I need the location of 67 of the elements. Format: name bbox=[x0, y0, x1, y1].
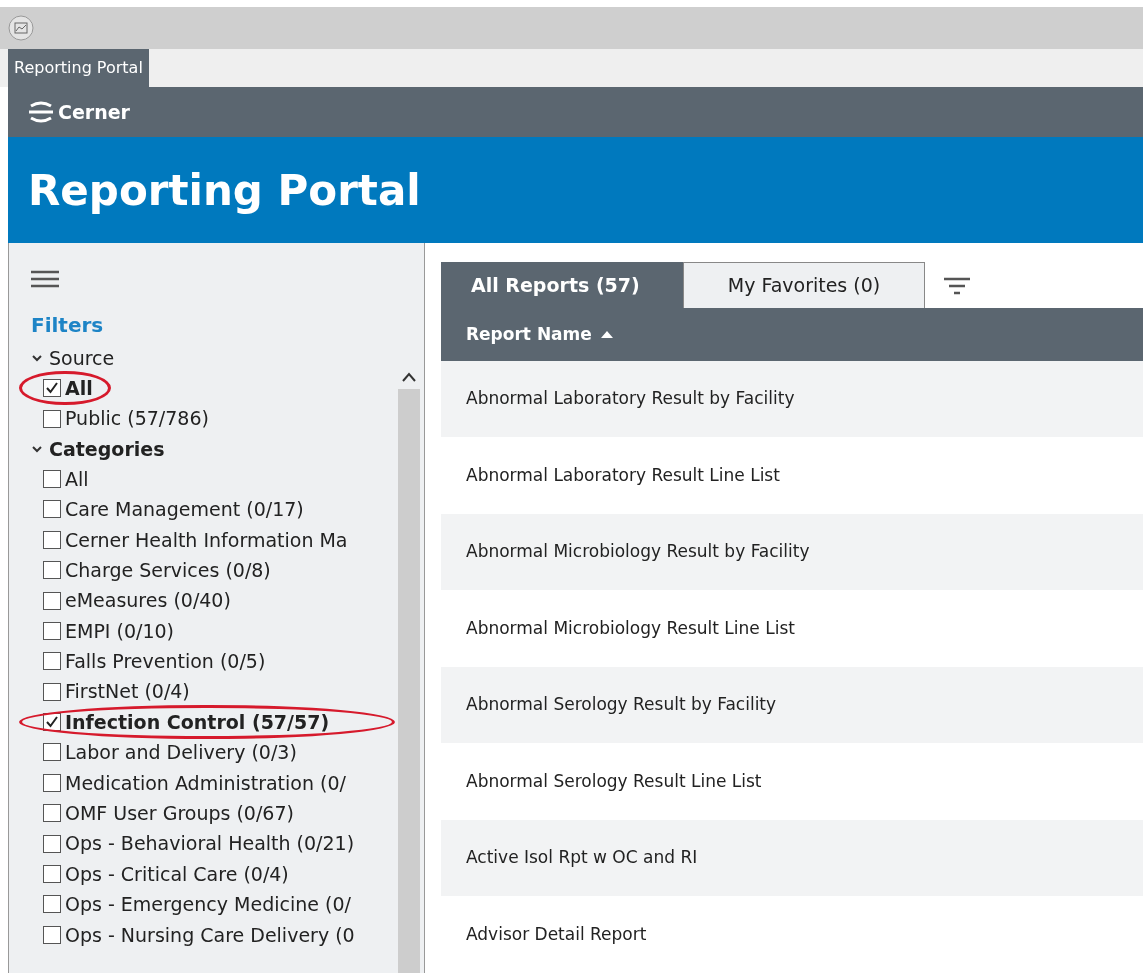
report-name: Abnormal Laboratory Result by Facility bbox=[466, 387, 795, 411]
checkbox[interactable] bbox=[43, 743, 61, 762]
page-title: Reporting Portal bbox=[28, 164, 421, 217]
app-icon bbox=[8, 15, 34, 41]
filter-option-label[interactable]: Ops - Emergency Medicine (0/ bbox=[65, 890, 351, 919]
checkbox[interactable] bbox=[43, 379, 61, 398]
checkbox[interactable] bbox=[43, 500, 61, 519]
checkbox[interactable] bbox=[43, 895, 61, 914]
checkbox[interactable] bbox=[43, 865, 61, 884]
checkmark-icon bbox=[45, 715, 59, 730]
checkbox[interactable] bbox=[43, 925, 61, 944]
checkbox[interactable] bbox=[43, 834, 61, 853]
logo-icon bbox=[28, 101, 54, 123]
filter-group-label[interactable]: Source bbox=[49, 343, 115, 373]
report-tab[interactable]: My Favorites (0) bbox=[683, 262, 925, 308]
filter-option-label[interactable]: eMeasures (0/40) bbox=[65, 586, 231, 615]
scroll-up-icon[interactable] bbox=[401, 371, 417, 383]
checkmark-icon bbox=[45, 381, 59, 396]
filter-option-label[interactable]: Infection Control (57/57) bbox=[65, 707, 330, 737]
checkbox[interactable] bbox=[43, 530, 61, 549]
filter-option-label[interactable]: Ops - Behavioral Health (0/21) bbox=[65, 829, 355, 858]
chevron-icon[interactable] bbox=[31, 443, 43, 454]
scrollbar-thumb[interactable] bbox=[398, 389, 420, 973]
filter-option-label[interactable]: Labor and Delivery (0/3) bbox=[65, 738, 297, 767]
filter-option-label[interactable]: Ops - Critical Care (0/4) bbox=[65, 859, 289, 889]
report-tab[interactable]: All Reports (57) bbox=[441, 262, 683, 308]
checkbox[interactable] bbox=[43, 652, 61, 671]
logo-text: Cerner bbox=[58, 99, 130, 125]
checkbox[interactable] bbox=[43, 713, 61, 732]
filter-option-label[interactable]: Charge Services (0/8) bbox=[65, 555, 271, 585]
filter-option-label[interactable]: Cerner Health Information Ma bbox=[65, 525, 348, 554]
report-name: Abnormal Microbiology Result Line List bbox=[466, 616, 795, 640]
checkbox[interactable] bbox=[43, 682, 61, 701]
report-name: Abnormal Serology Result by Facility bbox=[466, 693, 777, 717]
table-row[interactable]: Abnormal Microbiology Result by Facility bbox=[441, 513, 1143, 591]
checkbox[interactable] bbox=[43, 591, 61, 610]
filter-option-label[interactable]: Care Management (0/17) bbox=[65, 495, 304, 524]
report-name: Abnormal Microbiology Result by Facility bbox=[466, 540, 810, 564]
filter-option-label[interactable]: All bbox=[65, 464, 89, 494]
checkbox[interactable] bbox=[43, 804, 61, 823]
checkbox[interactable] bbox=[43, 621, 61, 640]
sort-ascending-icon bbox=[599, 330, 614, 339]
filters-heading: Filters bbox=[31, 313, 105, 337]
window-tab[interactable]: Reporting Portal bbox=[8, 49, 149, 87]
table-row[interactable]: Active Isol Rpt w OC and RI bbox=[441, 819, 1143, 897]
report-name: Advisor Detail Report bbox=[466, 922, 647, 946]
table-row[interactable]: Abnormal Laboratory Result by Facility bbox=[441, 360, 1143, 438]
report-name: Abnormal Serology Result Line List bbox=[466, 769, 762, 793]
filter-option-label[interactable]: FirstNet (0/4) bbox=[65, 677, 190, 706]
chevron-icon[interactable] bbox=[31, 353, 43, 363]
menu-icon[interactable] bbox=[31, 269, 59, 289]
filter-option-label[interactable]: Medication Administration (0/ bbox=[65, 768, 346, 798]
filter-option-label[interactable]: Ops - Nursing Care Delivery (0 bbox=[65, 920, 355, 950]
filter-option-label[interactable]: EMPI (0/10) bbox=[65, 616, 174, 646]
filter-option-label[interactable]: Falls Prevention (0/5) bbox=[65, 647, 266, 676]
checkbox[interactable] bbox=[43, 773, 61, 792]
column-header[interactable]: Report Name bbox=[466, 321, 592, 348]
filter-group-label[interactable]: Categories bbox=[49, 434, 165, 464]
report-name: Active Isol Rpt w OC and RI bbox=[466, 846, 698, 870]
checkbox[interactable] bbox=[43, 409, 61, 428]
filter-option-label[interactable]: OMF User Groups (0/67) bbox=[65, 799, 294, 828]
report-name: Abnormal Laboratory Result Line List bbox=[466, 463, 780, 487]
filter-option-label[interactable]: All bbox=[65, 373, 93, 403]
checkbox[interactable] bbox=[43, 469, 61, 488]
checkbox[interactable] bbox=[43, 561, 61, 580]
filter-option-label[interactable]: Public (57/786) bbox=[65, 404, 209, 433]
table-row[interactable]: Abnormal Serology Result by Facility bbox=[441, 666, 1143, 744]
